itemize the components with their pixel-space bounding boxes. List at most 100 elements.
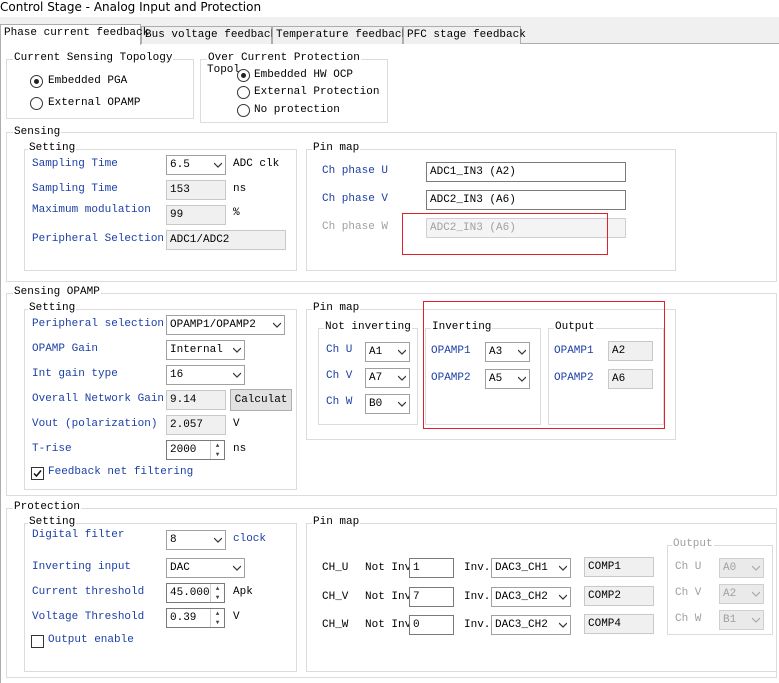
ch-phase-w-label: Ch phase W xyxy=(322,221,389,233)
digital-filter-unit: clock xyxy=(233,533,267,545)
radio-embedded-pga[interactable] xyxy=(30,75,43,88)
noninv-ch-w-label: Ch W xyxy=(326,396,353,408)
int-gain-type-value: 16 xyxy=(170,369,184,381)
chevron-down-icon xyxy=(273,322,281,328)
output-enable-label: Output enable xyxy=(48,634,134,646)
inverting-input-select[interactable]: DAC xyxy=(166,558,245,578)
spin-arrows-icon[interactable]: ▲ ▼ xyxy=(210,584,224,602)
tab-phase-current[interactable]: Phase current feedback xyxy=(0,24,149,45)
prot-row-w-notinv-field[interactable]: 0 xyxy=(409,615,454,635)
max-modulation-field: 99 xyxy=(166,205,226,225)
tab-pfc-stage[interactable]: PFC stage feedback xyxy=(403,26,526,44)
vout-unit: V xyxy=(233,418,240,430)
sensing-setting-title: Setting xyxy=(28,142,77,154)
prot-output-ch-w-value: B1 xyxy=(723,614,737,626)
sampling-time-ns-field: 153 xyxy=(166,180,226,200)
prot-row-u-ch: CH_U xyxy=(322,562,349,574)
radio-no-protection[interactable] xyxy=(237,104,250,117)
sensing-opamp-title: Sensing OPAMP xyxy=(13,286,101,298)
external-protection-label: External Protection xyxy=(254,86,380,98)
noninv-ch-u-select[interactable]: A1 xyxy=(365,342,410,362)
output-enable-checkbox[interactable] xyxy=(31,635,44,648)
digital-filter-select[interactable]: 8 xyxy=(166,530,226,550)
spin-arrows-icon[interactable]: ▲ ▼ xyxy=(210,441,224,459)
current-threshold-spinbox[interactable]: 45.000 ▲ ▼ xyxy=(166,583,225,603)
prot-row-u-comp-field: COMP1 xyxy=(584,557,654,577)
prot-row-u-inv-select[interactable]: DAC3_CH1 xyxy=(491,558,571,578)
opamp-gain-select[interactable]: Internal xyxy=(166,340,245,360)
prot-row-w-inv-label: Inv. xyxy=(464,619,491,631)
noninv-ch-v-select[interactable]: A7 xyxy=(365,368,410,388)
protection-title: Protection xyxy=(13,501,82,513)
prot-output-ch-w-select: B1 xyxy=(719,610,764,630)
chevron-down-icon xyxy=(752,565,760,571)
ch-phase-v-label: Ch phase V xyxy=(322,193,389,205)
chevron-down-icon xyxy=(233,372,241,378)
noninv-ch-u-label: Ch U xyxy=(326,344,353,356)
sampling-time-ns-label: Sampling Time xyxy=(32,183,118,195)
radio-external-opamp[interactable] xyxy=(30,97,43,110)
ch-phase-v-field[interactable]: ADC2_IN3 (A6) xyxy=(426,190,626,210)
trise-spinbox[interactable]: 2000 ▲ ▼ xyxy=(166,440,225,460)
prot-row-u-notinv-field[interactable]: 1 xyxy=(409,558,454,578)
max-modulation-label: Maximum modulation xyxy=(32,204,151,216)
prot-output-ch-u-label: Ch U xyxy=(675,561,702,573)
voltage-threshold-spinbox[interactable]: 0.39 ▲ ▼ xyxy=(166,608,225,628)
sampling-time-value: 6.5 xyxy=(170,159,190,171)
calculate-button[interactable]: Calculat xyxy=(230,389,292,411)
radio-external-protection[interactable] xyxy=(237,86,250,99)
trise-label: T-rise xyxy=(32,443,72,455)
feedback-filter-label: Feedback net filtering xyxy=(48,466,194,478)
noninv-ch-w-value: B0 xyxy=(369,398,383,410)
tab-temperature[interactable]: Temperature feedback xyxy=(272,26,408,44)
opamp-gain-value: Internal xyxy=(170,344,223,356)
trise-unit: ns xyxy=(233,443,247,455)
prot-output-ch-v-select: A2 xyxy=(719,584,764,604)
spin-arrows-icon[interactable]: ▲ ▼ xyxy=(210,609,224,627)
prot-row-w-inv-select[interactable]: DAC3_CH2 xyxy=(491,615,571,635)
ch-phase-u-field[interactable]: ADC1_IN3 (A2) xyxy=(426,162,626,182)
voltage-threshold-value: 0.39 xyxy=(170,612,197,624)
prot-row-w-comp-field: COMP4 xyxy=(584,614,654,634)
chevron-down-icon xyxy=(398,349,406,355)
overall-gain-label: Overall Network Gain xyxy=(32,393,165,405)
current-threshold-label: Current threshold xyxy=(32,586,145,598)
prot-output-ch-v-label: Ch V xyxy=(675,587,702,599)
prot-row-v-inv-select[interactable]: DAC3_CH2 xyxy=(491,587,571,607)
current-threshold-value: 45.000 xyxy=(170,587,210,599)
embedded-pga-label: Embedded PGA xyxy=(48,75,128,87)
prot-output-ch-u-value: A0 xyxy=(723,562,737,574)
prot-row-w-ch: CH_W xyxy=(322,619,349,631)
sensing-title: Sensing xyxy=(13,126,62,138)
overall-gain-field: 9.14 xyxy=(166,390,226,410)
sampling-time-unit: ADC clk xyxy=(233,158,280,170)
int-gain-type-select[interactable]: 16 xyxy=(166,365,245,385)
opamp-periph-select[interactable]: OPAMP1/OPAMP2 xyxy=(166,315,285,335)
prot-output-title: Output xyxy=(672,538,714,550)
opamp-periph-value: OPAMP1/OPAMP2 xyxy=(170,319,256,331)
radio-embedded-hw-ocp[interactable] xyxy=(237,69,250,82)
feedback-filter-checkbox[interactable] xyxy=(31,467,44,480)
prot-row-w-inv-value: DAC3_CH2 xyxy=(495,619,548,631)
prot-row-v-inv-value: DAC3_CH2 xyxy=(495,591,548,603)
noninv-ch-w-select[interactable]: B0 xyxy=(365,394,410,414)
inverting-input-value: DAC xyxy=(170,562,190,574)
noninv-title: Not inverting xyxy=(324,321,412,333)
window-title: Control Stage - Analog Input and Protect… xyxy=(0,0,779,17)
prot-output-ch-v-value: A2 xyxy=(723,588,737,600)
tab-bus-voltage[interactable]: Bus voltage feedback xyxy=(141,26,277,44)
voltage-threshold-label: Voltage Threshold xyxy=(32,611,145,623)
inverting-input-label: Inverting input xyxy=(32,561,132,573)
sampling-time-select[interactable]: 6.5 xyxy=(166,155,226,175)
highlight-box-opamp xyxy=(423,301,665,429)
opamp-gain-label: OPAMP Gain xyxy=(32,343,99,355)
prot-row-v-ch: CH_V xyxy=(322,591,349,603)
prot-row-v-notinv-field[interactable]: 7 xyxy=(409,587,454,607)
checkmark-icon xyxy=(33,470,42,478)
int-gain-type-label: Int gain type xyxy=(32,368,118,380)
sampling-time-ns-unit: ns xyxy=(233,183,247,195)
chevron-down-icon xyxy=(214,162,222,168)
sampling-time-label: Sampling Time xyxy=(32,158,118,170)
max-modulation-unit: % xyxy=(233,207,240,219)
protection-setting-title: Setting xyxy=(28,516,77,528)
